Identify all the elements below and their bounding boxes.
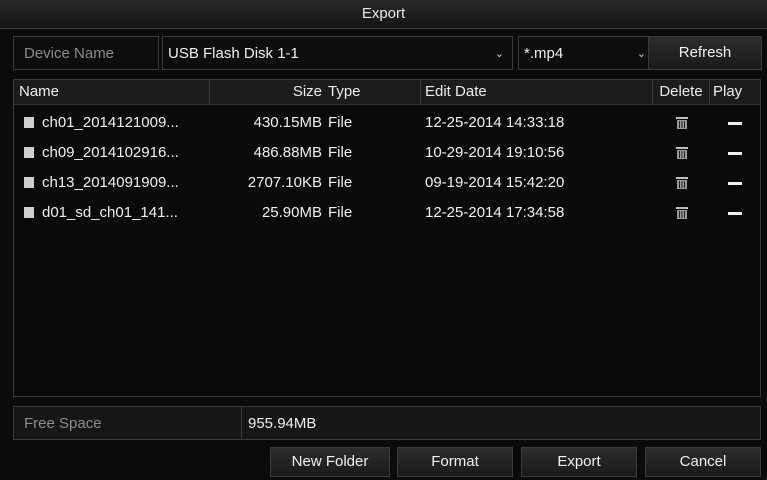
file-table: Name Size Type Edit Date Delete Play ch0… (13, 79, 761, 397)
delete-button[interactable] (653, 198, 710, 228)
file-type: File (328, 114, 353, 131)
delete-button[interactable] (653, 108, 710, 138)
column-header-delete: Delete (653, 80, 710, 104)
free-space-value: 955.94MB (242, 406, 761, 440)
dialog-title: Export (0, 0, 767, 29)
file-name: ch01_2014121009... (42, 114, 179, 131)
file-name: ch09_2014102916... (42, 144, 179, 161)
device-select[interactable]: USB Flash Disk 1-1 ⌄ (162, 36, 513, 70)
chevron-down-icon: ⌄ (636, 48, 646, 60)
footer-actions: New Folder Format Export Cancel (13, 447, 761, 477)
file-size: 486.88MB (253, 144, 322, 161)
file-type: File (328, 144, 353, 161)
dash-icon (728, 181, 742, 185)
column-header-edit-date[interactable]: Edit Date (421, 80, 653, 104)
delete-button[interactable] (653, 138, 710, 168)
file-icon (24, 146, 34, 158)
file-size: 430.15MB (253, 114, 322, 131)
file-size: 2707.10KB (247, 174, 322, 191)
file-type-select[interactable]: *.mp4 ⌄ (518, 36, 655, 70)
table-row[interactable]: ch01_2014121009... 430.15MB File 12-25-2… (14, 108, 760, 138)
file-icon (24, 176, 34, 188)
export-dialog: Export Device Name USB Flash Disk 1-1 ⌄ … (0, 0, 767, 480)
column-header-type[interactable]: Type (326, 80, 421, 104)
trash-icon (675, 177, 688, 190)
play-button[interactable] (710, 168, 760, 198)
refresh-button[interactable]: Refresh (648, 36, 762, 70)
cancel-button[interactable]: Cancel (645, 447, 761, 477)
file-icon (24, 116, 34, 128)
play-button[interactable] (710, 138, 760, 168)
table-row[interactable]: d01_sd_ch01_141... 25.90MB File 12-25-20… (14, 198, 760, 228)
file-name: ch13_2014091909... (42, 174, 179, 191)
dash-icon (728, 151, 742, 155)
delete-button[interactable] (653, 168, 710, 198)
play-button[interactable] (710, 108, 760, 138)
device-select-value: USB Flash Disk 1-1 (168, 45, 299, 62)
file-icon (24, 206, 34, 218)
file-type: File (328, 204, 353, 221)
table-row[interactable]: ch13_2014091909... 2707.10KB File 09-19-… (14, 168, 760, 198)
chevron-down-icon: ⌄ (494, 48, 504, 60)
file-name: d01_sd_ch01_141... (42, 204, 178, 221)
free-space-label: Free Space (13, 406, 242, 440)
dash-icon (728, 121, 742, 125)
file-edit-date: 10-29-2014 19:10:56 (425, 144, 565, 161)
table-row[interactable]: ch09_2014102916... 486.88MB File 10-29-2… (14, 138, 760, 168)
table-header: Name Size Type Edit Date Delete Play (14, 80, 760, 105)
file-edit-date: 12-25-2014 14:33:18 (425, 114, 565, 131)
column-header-size[interactable]: Size (210, 80, 326, 104)
file-edit-date: 12-25-2014 17:34:58 (425, 204, 565, 221)
column-header-play: Play (713, 83, 743, 100)
dash-icon (728, 211, 742, 215)
trash-icon (675, 207, 688, 220)
device-name-label: Device Name (13, 36, 159, 70)
file-type-select-value: *.mp4 (524, 45, 564, 62)
free-space-row: Free Space 955.94MB (13, 406, 761, 440)
file-type: File (328, 174, 353, 191)
file-edit-date: 09-19-2014 15:42:20 (425, 174, 565, 191)
file-size: 25.90MB (261, 204, 322, 221)
trash-icon (675, 117, 688, 130)
format-button[interactable]: Format (397, 447, 513, 477)
export-button[interactable]: Export (521, 447, 637, 477)
toolbar: Device Name USB Flash Disk 1-1 ⌄ *.mp4 ⌄… (13, 36, 762, 72)
new-folder-button[interactable]: New Folder (270, 447, 390, 477)
column-header-name[interactable]: Name (14, 80, 210, 104)
trash-icon (675, 147, 688, 160)
play-button[interactable] (710, 198, 760, 228)
